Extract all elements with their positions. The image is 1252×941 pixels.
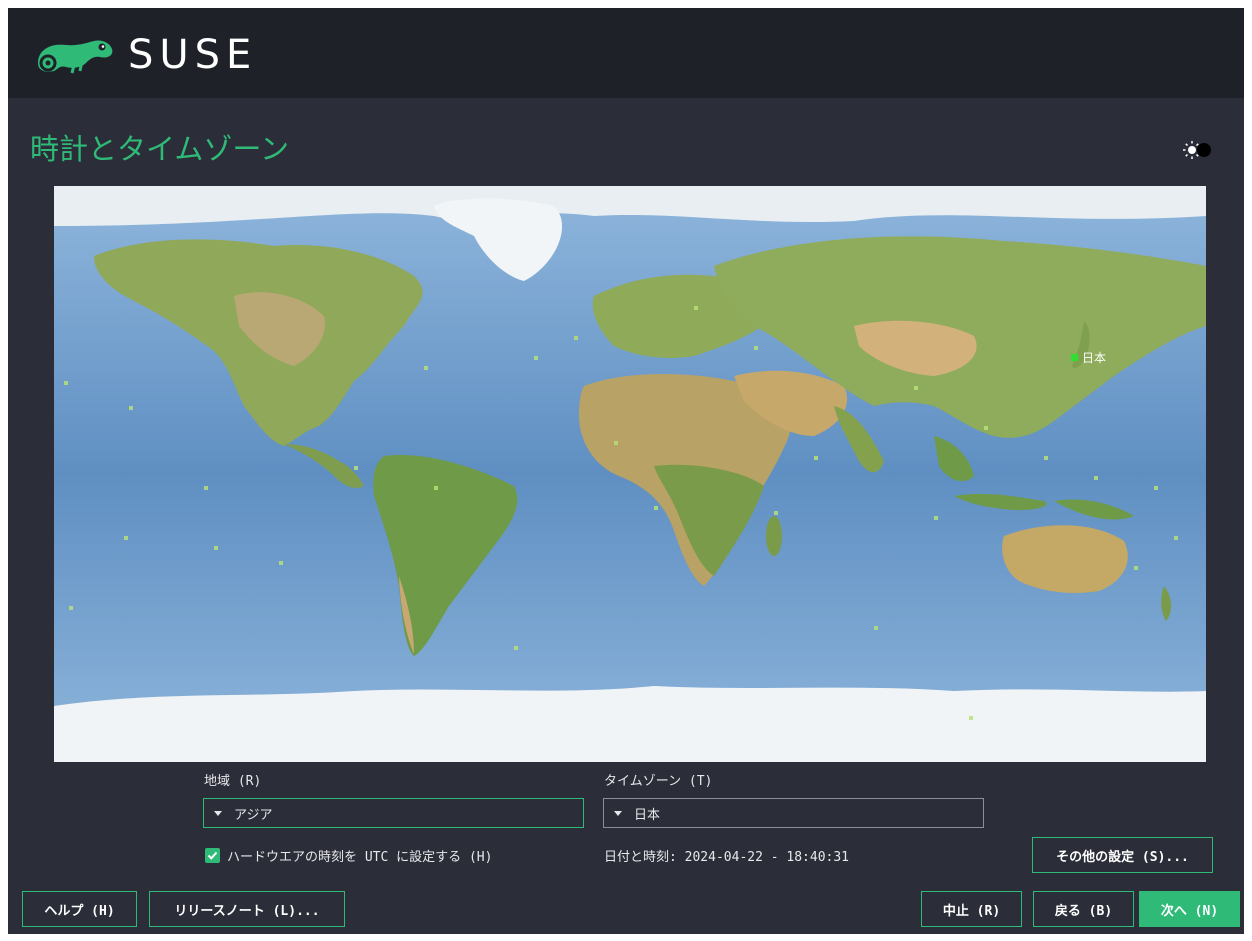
chameleon-icon [38,40,113,74]
theme-toggle-icon[interactable] [1180,138,1216,162]
header-bar: SUSE [8,8,1244,98]
timezone-label: タイムゾーン (T) [604,774,713,789]
timezone-value: 日本 [634,807,661,823]
selected-location-label: 日本 [1082,351,1106,365]
release-notes-button[interactable]: リリースノート (L)... [149,891,345,927]
madagascar [766,516,782,556]
chevron-down-icon [614,810,622,816]
region-select[interactable]: アジア [203,798,584,828]
antarctica [54,686,1206,762]
selected-location-marker [1071,354,1078,361]
other-settings-button[interactable]: その他の設定 (S)... [1032,837,1213,873]
world-map[interactable]: 日本 [54,186,1206,762]
timezone-select[interactable]: 日本 [603,798,984,828]
date-time-text: 日付と時刻: 2024-04-22 - 18:40:31 [604,850,850,865]
abort-button[interactable]: 中止 (R) [921,891,1022,927]
region-value: アジア [234,807,273,823]
page-title: 時計とタイムゾーン [30,132,289,166]
suse-logo: SUSE [34,32,257,78]
brand-name: SUSE [128,32,258,78]
hardware-clock-checkbox[interactable] [205,848,220,863]
hardware-clock-option[interactable]: ハードウエアの時刻を UTC に設定する (H) [205,846,492,865]
region-label: 地域 (R) [204,774,262,789]
checkmark-icon [207,851,218,860]
help-button[interactable]: ヘルプ (H) [22,891,137,927]
chevron-down-icon [214,810,222,816]
hardware-clock-label: ハードウエアの時刻を UTC に設定する (H) [227,850,493,865]
back-button[interactable]: 戻る (B) [1033,891,1134,927]
next-button[interactable]: 次へ (N) [1139,891,1240,927]
installer-window: SUSE 時計とタイムゾーン 日本 地域 (R) アジア タイムゾーン (T) … [8,8,1244,934]
